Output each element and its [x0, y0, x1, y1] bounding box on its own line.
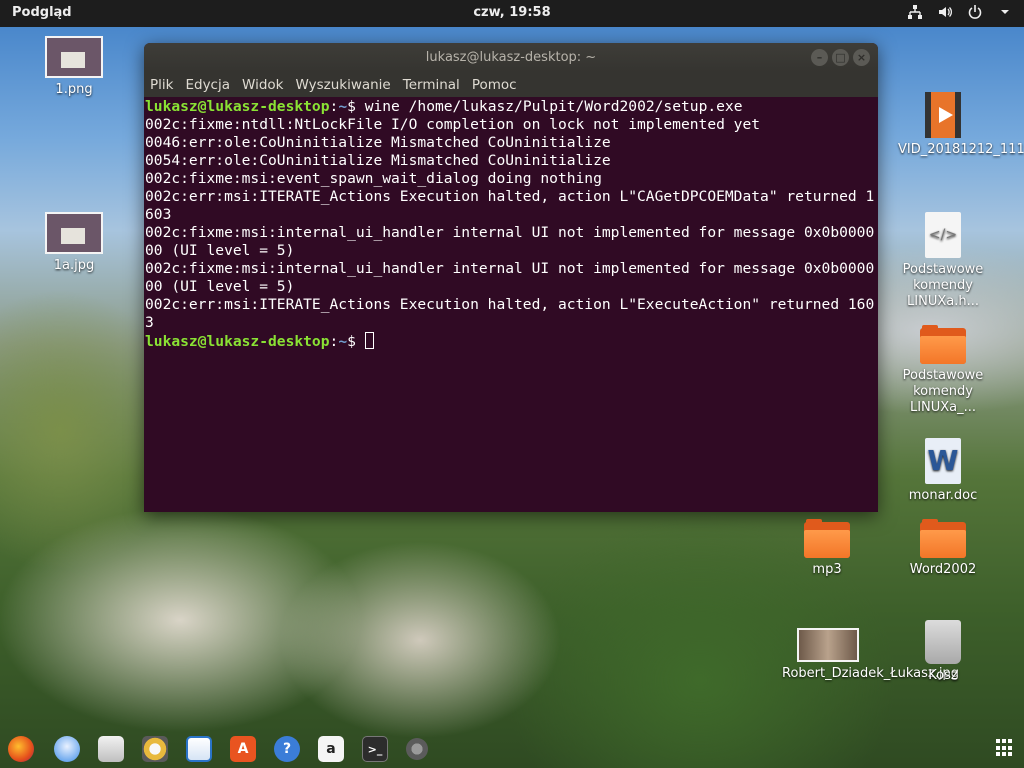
desktop-icon-label: 1.png: [55, 82, 93, 97]
desktop-icon-1a-jpg[interactable]: 1a.jpg: [29, 212, 119, 274]
folder-icon: [920, 325, 966, 364]
output-line: 002c:fixme:msi:internal_ui_handler inter…: [145, 260, 875, 295]
thunderbird-icon[interactable]: [54, 736, 80, 762]
desktop-icon-1-png[interactable]: 1.png: [29, 36, 119, 98]
desktop-icon-label: Podstawowe komendy LINUXa_...: [902, 368, 984, 415]
show-applications-button[interactable]: [996, 739, 1014, 757]
menu-widok[interactable]: Widok: [242, 77, 283, 93]
menu-terminal[interactable]: Terminal: [403, 77, 460, 93]
firefox-icon[interactable]: [8, 736, 34, 762]
text-cursor: [364, 332, 374, 349]
window-title: lukasz@lukasz-desktop: ~: [425, 50, 597, 65]
prompt-symbol: $: [347, 333, 356, 350]
prompt-path: ~: [338, 333, 348, 350]
menu-wyszukiwanie[interactable]: Wyszukiwanie: [295, 77, 390, 93]
output-line: 002c:fixme:msi:internal_ui_handler inter…: [145, 224, 875, 259]
prompt-path: ~: [338, 98, 348, 115]
menu-bar: Plik Edycja Widok Wyszukiwanie Terminal …: [144, 72, 878, 97]
help-icon[interactable]: ?: [274, 736, 300, 762]
software-center-icon[interactable]: A: [230, 736, 256, 762]
output-line: 002c:fixme:msi:event_spawn_wait_dialog d…: [145, 170, 602, 187]
minimize-button[interactable]: –: [811, 49, 828, 66]
folder-icon: [920, 519, 966, 558]
video-file-icon: [925, 92, 961, 138]
desktop-icon-label: Word2002: [909, 562, 977, 577]
files-icon[interactable]: [98, 736, 124, 762]
folder-icon: [804, 519, 850, 558]
desktop-icon-label: 1a.jpg: [53, 258, 95, 273]
dock: A ? a >_: [0, 730, 1024, 768]
volume-icon[interactable]: [936, 4, 954, 22]
desktop-icon-html[interactable]: </> Podstawowe komendy LINUXa.h...: [898, 212, 988, 310]
trash-icon: [925, 620, 961, 664]
prompt-user: lukasz@lukasz-desktop: [145, 333, 330, 350]
desktop-icon-label: mp3: [812, 562, 842, 577]
output-line: 002c:fixme:ntdll:NtLockFile I/O completi…: [145, 116, 761, 133]
desktop-icon-word2002[interactable]: Word2002: [898, 519, 988, 578]
menu-pomoc[interactable]: Pomoc: [472, 77, 517, 93]
image-thumbnail-icon: [45, 36, 103, 78]
desktop-icon-trash[interactable]: Kosz: [898, 620, 988, 684]
chevron-down-icon[interactable]: [996, 4, 1014, 22]
clock[interactable]: czw, 19:58: [0, 5, 1024, 20]
desktop-icon-label: Kosz: [928, 668, 958, 683]
desktop-icon-video[interactable]: VID_20181212_111900....: [898, 92, 1024, 158]
command-line: lukasz@lukasz-desktop:~$ wine /home/luka…: [145, 98, 743, 115]
maximize-button[interactable]: □: [832, 49, 849, 66]
output-line: 002c:err:msi:ITERATE_Actions Execution h…: [145, 296, 875, 331]
prompt-symbol: $: [347, 98, 356, 115]
desktop-icon-monar-doc[interactable]: W monar.doc: [898, 438, 988, 504]
amazon-icon[interactable]: a: [318, 736, 344, 762]
desktop-icon-label: Podstawowe komendy LINUXa.h...: [902, 262, 984, 309]
desktop-icon-label: monar.doc: [908, 488, 978, 503]
desktop-icon-label: VID_20181212_111900....: [898, 142, 1024, 157]
desktop-icon-photo[interactable]: Robert_Dziadek_Łukasz.jpg: [782, 628, 959, 682]
photo-thumbnail-icon: [797, 628, 859, 662]
menu-edycja[interactable]: Edycja: [185, 77, 230, 93]
desktop-icon-label: Robert_Dziadek_Łukasz.jpg: [782, 666, 959, 681]
system-tray[interactable]: [906, 4, 1014, 22]
output-line: 002c:err:msi:ITERATE_Actions Execution h…: [145, 188, 875, 223]
network-icon[interactable]: [906, 4, 924, 22]
power-icon[interactable]: [966, 4, 984, 22]
terminal-window[interactable]: lukasz@lukasz-desktop: ~ – □ × Plik Edyc…: [144, 43, 878, 512]
image-thumbnail-icon: [45, 212, 103, 254]
libreoffice-writer-icon[interactable]: [186, 736, 212, 762]
menu-plik[interactable]: Plik: [150, 77, 173, 93]
close-button[interactable]: ×: [853, 49, 870, 66]
prompt-user: lukasz@lukasz-desktop: [145, 98, 330, 115]
output-line: 0054:err:ole:CoUninitialize Mismatched C…: [145, 152, 611, 169]
output-line: 0046:err:ole:CoUninitialize Mismatched C…: [145, 134, 611, 151]
desktop-icon-mp3[interactable]: mp3: [782, 519, 872, 578]
terminal-icon[interactable]: >_: [362, 736, 388, 762]
terminal-output[interactable]: lukasz@lukasz-desktop:~$ wine /home/luka…: [144, 97, 878, 512]
html-file-icon: </>: [925, 212, 961, 258]
window-titlebar[interactable]: lukasz@lukasz-desktop: ~ – □ ×: [144, 43, 878, 72]
system-settings-icon[interactable]: [406, 738, 428, 760]
command-text: wine /home/lukasz/Pulpit/Word2002/setup.…: [355, 98, 743, 115]
top-panel: Podgląd czw, 19:58: [0, 0, 1024, 27]
word-document-icon: W: [925, 438, 961, 484]
current-prompt-line: lukasz@lukasz-desktop:~$: [145, 332, 877, 351]
desktop-icon-folder-komendy[interactable]: Podstawowe komendy LINUXa_...: [898, 325, 988, 416]
rhythmbox-icon[interactable]: [142, 736, 168, 762]
